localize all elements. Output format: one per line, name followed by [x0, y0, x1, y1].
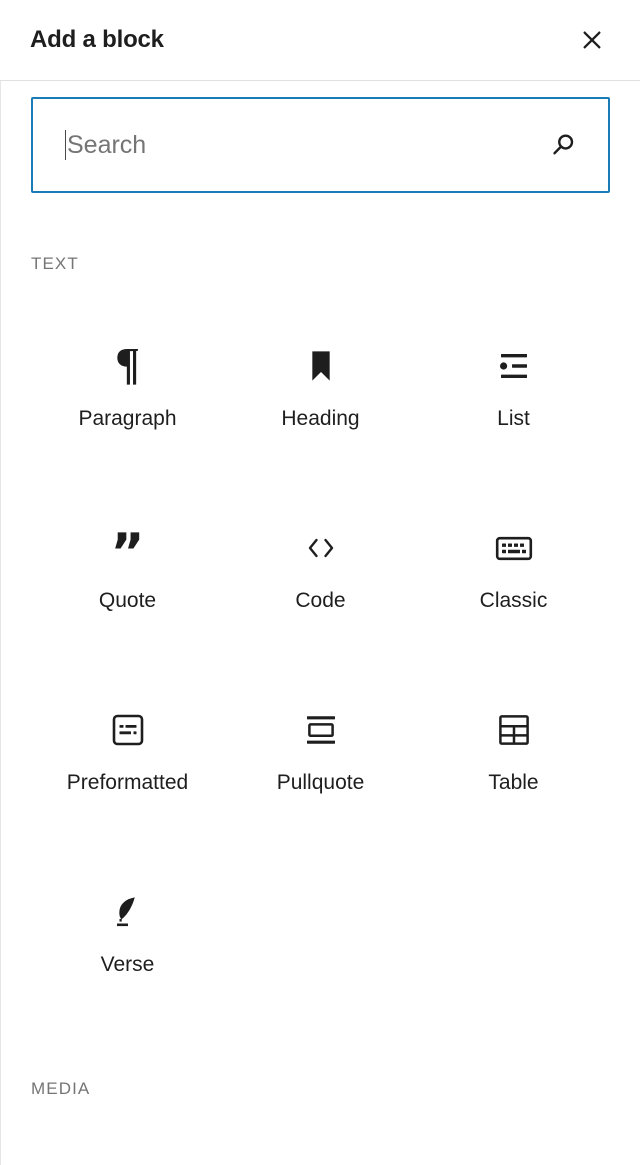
- search-input[interactable]: Search: [31, 97, 610, 193]
- block-item-table[interactable]: Table: [417, 657, 610, 839]
- block-item-preformatted[interactable]: Preformatted: [31, 657, 224, 839]
- block-label: List: [497, 407, 530, 430]
- block-item-pullquote[interactable]: Pullquote: [224, 657, 417, 839]
- page-title: Add a block: [30, 26, 164, 53]
- block-label: Verse: [100, 953, 155, 976]
- block-label: Table: [488, 771, 539, 794]
- search-container: Search: [1, 81, 640, 193]
- table-icon: [490, 706, 538, 754]
- block-item-quote[interactable]: ” Quote: [31, 475, 224, 657]
- close-button[interactable]: [568, 16, 616, 64]
- quote-glyph: ”: [110, 523, 145, 583]
- text-caret: [65, 130, 66, 160]
- block-label: Classic: [479, 589, 548, 612]
- preformatted-icon: [104, 706, 152, 754]
- code-icon: [297, 524, 345, 572]
- block-label: Paragraph: [78, 407, 177, 430]
- category-title-text: TEXT: [31, 254, 79, 273]
- block-label: Code: [295, 589, 346, 612]
- list-icon: [490, 342, 538, 390]
- block-label: Quote: [98, 589, 157, 612]
- block-item-heading[interactable]: Heading: [224, 293, 417, 475]
- block-label: Heading: [281, 407, 360, 430]
- block-grid-text: ¶ Paragraph Heading List ” Quote Code Cl…: [31, 272, 610, 1021]
- category-panel-text: TEXT ¶ Paragraph Heading List ” Quote Co…: [1, 193, 640, 1021]
- close-icon: [579, 27, 605, 53]
- verse-icon: [104, 888, 152, 936]
- classic-icon: [490, 524, 538, 572]
- block-item-paragraph[interactable]: ¶ Paragraph: [31, 293, 224, 475]
- block-label: Preformatted: [66, 771, 189, 794]
- block-label: Pullquote: [276, 771, 365, 794]
- block-item-verse[interactable]: Verse: [31, 839, 224, 1021]
- paragraph-icon: ¶: [104, 338, 152, 390]
- block-item-classic[interactable]: Classic: [417, 475, 610, 657]
- pullquote-icon: [297, 706, 345, 754]
- pilcrow-glyph: ¶: [115, 338, 140, 389]
- block-item-list[interactable]: List: [417, 293, 610, 475]
- block-inserter-panel: Add a block Search TEXT ¶ Paragraph Head…: [0, 0, 640, 1165]
- category-panel-media: MEDIA: [1, 1021, 640, 1097]
- heading-icon: [297, 342, 345, 390]
- search-placeholder: Search: [67, 130, 147, 159]
- search-icon: [548, 130, 578, 160]
- quote-icon: ”: [104, 524, 152, 579]
- category-title-media: MEDIA: [31, 1079, 91, 1098]
- block-item-code[interactable]: Code: [224, 475, 417, 657]
- inserter-header: Add a block: [0, 0, 640, 81]
- inserter-scroll-region[interactable]: Search TEXT ¶ Paragraph Heading List ” Q…: [0, 81, 640, 1165]
